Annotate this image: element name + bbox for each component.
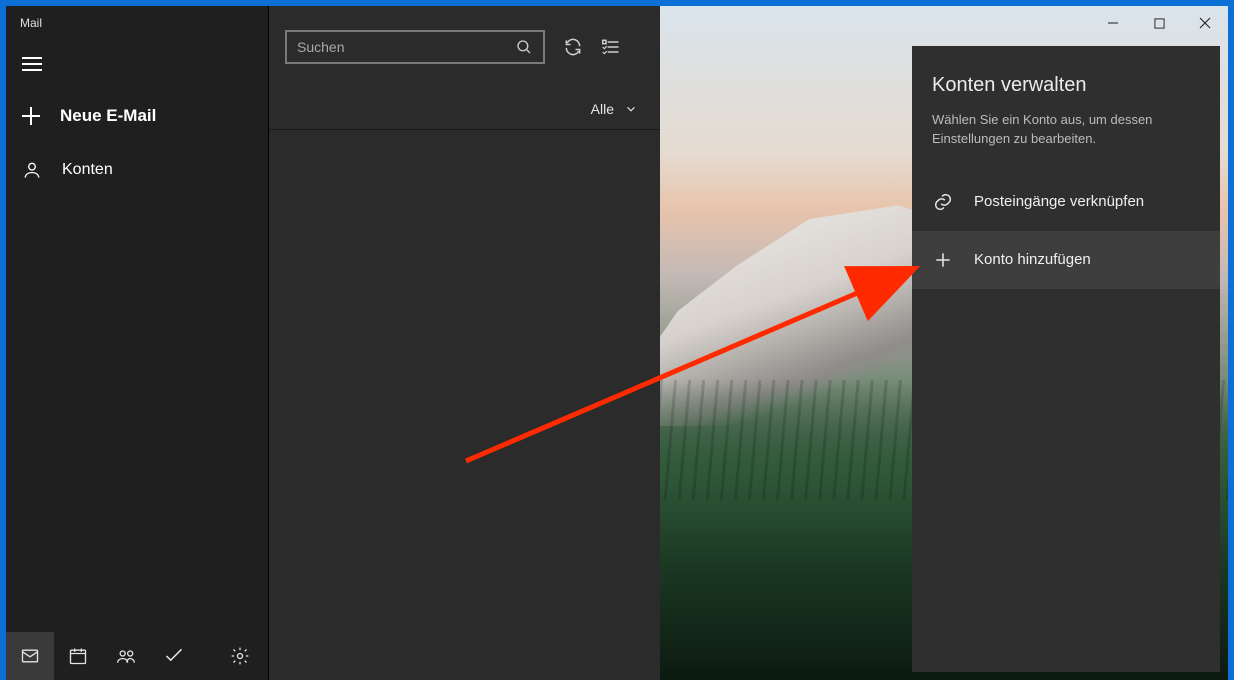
search-box[interactable] — [285, 30, 545, 64]
nav-settings[interactable] — [216, 632, 264, 680]
plus-icon — [22, 107, 40, 125]
manage-accounts-panel: Konten verwalten Wählen Sie ein Konto au… — [912, 46, 1220, 672]
todo-icon — [164, 646, 184, 666]
filter-dropdown[interactable]: Alle — [269, 88, 660, 130]
new-mail-button[interactable]: Neue E-Mail — [6, 88, 268, 144]
plus-icon — [932, 249, 954, 271]
person-icon — [22, 160, 42, 180]
maximize-button[interactable] — [1136, 6, 1182, 40]
filter-label: Alle — [591, 101, 614, 117]
search-input[interactable] — [297, 39, 507, 55]
maximize-icon — [1154, 18, 1165, 29]
search-toolbar — [269, 6, 660, 88]
hamburger-icon — [22, 57, 42, 71]
minimize-button[interactable] — [1090, 6, 1136, 40]
people-icon — [116, 646, 136, 666]
sidebar: Mail Neue E-Mail Konten — [6, 6, 268, 680]
panel-title: Konten verwalten — [912, 46, 1220, 111]
close-icon — [1199, 17, 1211, 29]
link-inboxes-button[interactable]: Posteingänge verknüpfen — [912, 173, 1220, 231]
close-button[interactable] — [1182, 6, 1228, 40]
bottom-icon-bar — [6, 632, 268, 680]
link-icon — [932, 191, 954, 213]
mail-icon — [20, 646, 40, 666]
add-account-label: Konto hinzufügen — [974, 251, 1091, 268]
app-title-text: Mail — [20, 16, 42, 30]
minimize-icon — [1107, 17, 1119, 29]
message-list-pane: Alle — [268, 6, 660, 680]
nav-toggle[interactable] — [6, 40, 268, 88]
panel-subtitle: Wählen Sie ein Konto aus, um dessen Eins… — [912, 111, 1220, 173]
nav-mail[interactable] — [6, 632, 54, 680]
window-controls — [1090, 6, 1228, 40]
sync-icon[interactable] — [563, 37, 583, 57]
nav-calendar[interactable] — [54, 632, 102, 680]
window-title: Mail — [6, 6, 268, 40]
nav-people[interactable] — [102, 632, 150, 680]
search-icon — [515, 38, 533, 56]
add-account-button[interactable]: Konto hinzufügen — [912, 231, 1220, 289]
sidebar-spacer — [6, 196, 268, 632]
settings-icon — [230, 646, 250, 666]
accounts-label: Konten — [62, 161, 113, 179]
nav-todo[interactable] — [150, 632, 198, 680]
chevron-down-icon — [624, 102, 638, 116]
selection-mode-icon[interactable] — [601, 37, 621, 57]
link-inboxes-label: Posteingänge verknüpfen — [974, 193, 1144, 210]
new-mail-label: Neue E-Mail — [60, 106, 156, 126]
accounts-button[interactable]: Konten — [6, 144, 268, 196]
calendar-icon — [68, 646, 88, 666]
